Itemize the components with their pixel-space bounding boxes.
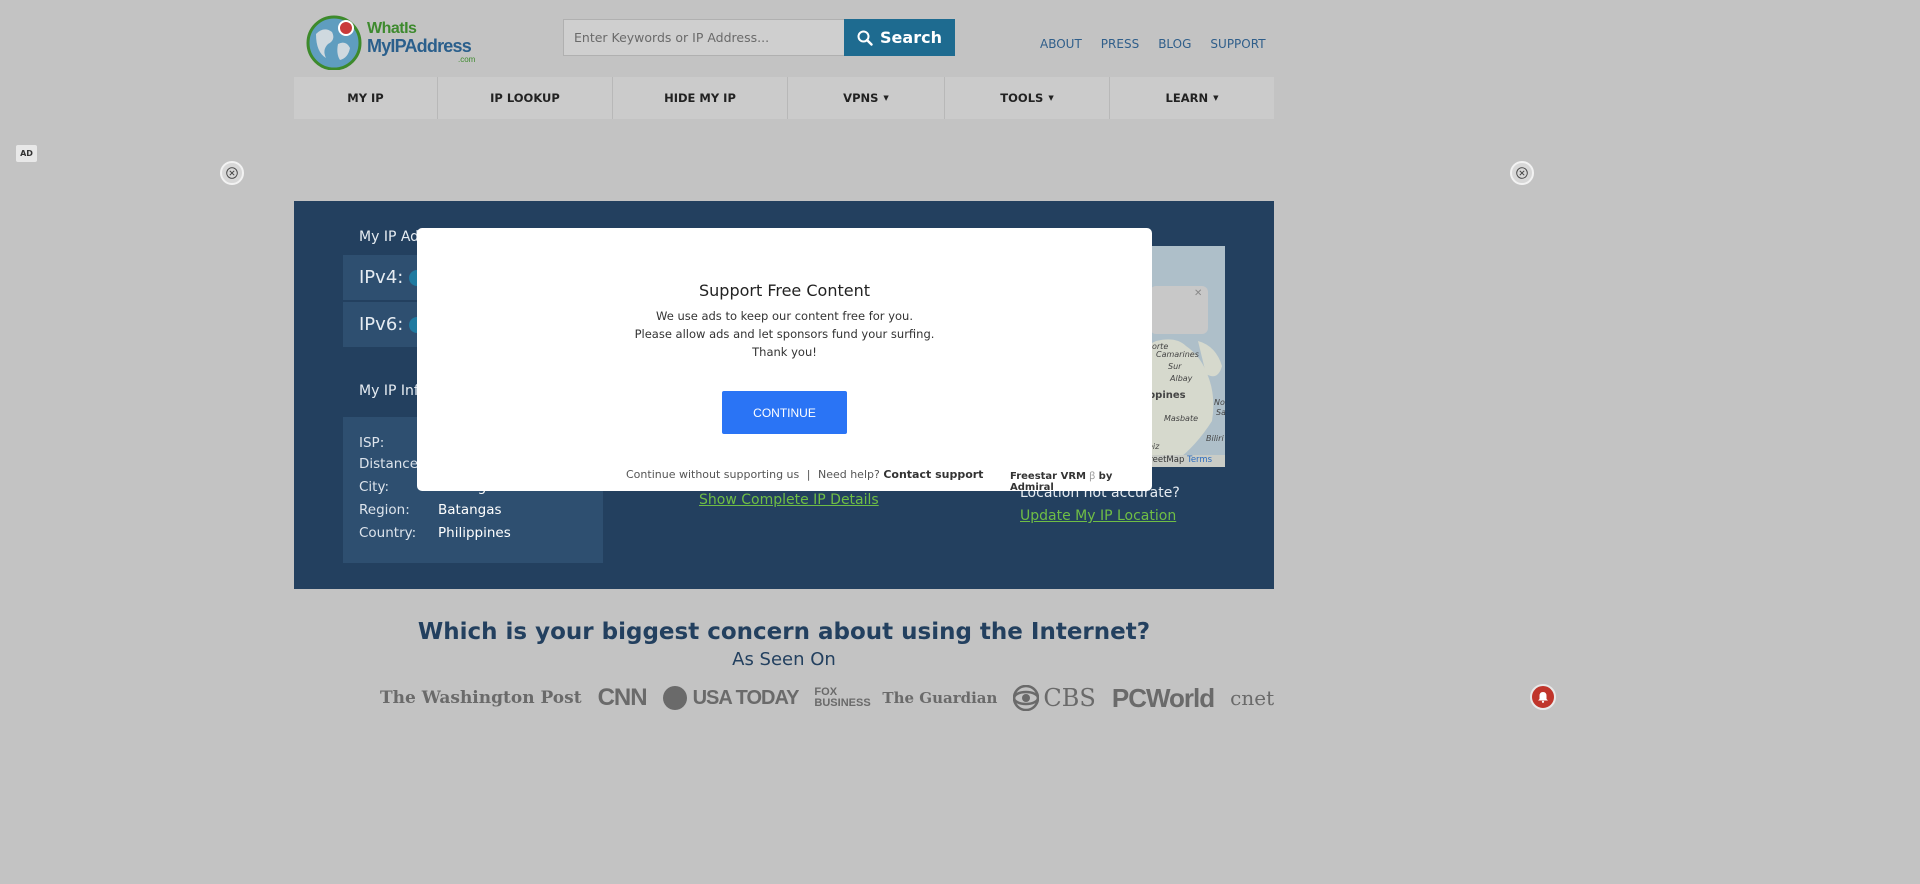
modal-message-line-3: Thank you! bbox=[752, 345, 817, 359]
nav-ip-lookup[interactable]: IP LOOKUP bbox=[438, 77, 613, 119]
cbs-text: CBS bbox=[1043, 684, 1096, 712]
blog-link[interactable]: BLOG bbox=[1158, 37, 1191, 51]
map-label: Albay bbox=[1170, 374, 1193, 383]
map-attribution: treetMap Terms bbox=[1146, 455, 1225, 467]
logo-text-com: .com bbox=[458, 55, 476, 64]
search-icon bbox=[857, 30, 873, 46]
continue-without-supporting-link[interactable]: Continue without supporting us bbox=[626, 468, 799, 481]
nav-label: IP LOOKUP bbox=[490, 91, 560, 105]
search-button-label: Search bbox=[880, 28, 942, 47]
ad-badge: AD bbox=[16, 145, 37, 162]
cbs-eye-icon bbox=[1013, 685, 1040, 711]
footer-separator: | bbox=[806, 468, 811, 481]
ip-information-heading: My IP Inf bbox=[359, 383, 419, 399]
caret-down-icon: ▼ bbox=[1048, 94, 1054, 102]
press-logos: The Washington Post CNN USA TODAY FOX BU… bbox=[380, 683, 1274, 713]
nav-label: MY IP bbox=[347, 91, 384, 105]
isp-label: ISP: bbox=[359, 435, 385, 451]
usa-today-logo: USA TODAY bbox=[662, 686, 800, 710]
country-label: Country: bbox=[359, 525, 417, 541]
about-link[interactable]: ABOUT bbox=[1040, 37, 1082, 51]
show-ip-details-link[interactable]: Show Complete IP Details bbox=[699, 492, 879, 508]
need-help-text: Need help? bbox=[817, 468, 880, 481]
map-label: Masbate bbox=[1164, 414, 1199, 423]
main-nav: MY IP IP LOOKUP HIDE MY IP VPNS ▼ TOOLS ▼ … bbox=[294, 77, 1274, 119]
search-button[interactable]: Search bbox=[844, 19, 955, 56]
city-label: City: bbox=[359, 479, 390, 495]
cbs-logo: CBS bbox=[1013, 684, 1096, 712]
vendor-name: Freestar VRM bbox=[1010, 471, 1086, 482]
fox-business-logo: FOX BUSINESS bbox=[814, 686, 871, 709]
ad-close-button-left[interactable] bbox=[220, 161, 244, 185]
modal-footer-links: Continue without supporting us | Need he… bbox=[626, 468, 983, 481]
cnet-logo: cnet bbox=[1230, 686, 1275, 710]
modal-message-line-1: We use ads to keep our content free for … bbox=[656, 309, 913, 323]
nav-label: TOOLS bbox=[1000, 91, 1044, 105]
vendor-credit: Freestar VRM ꞵ by Admiral bbox=[1010, 468, 1152, 493]
nav-label: VPNS bbox=[843, 91, 879, 105]
modal-message-line-2: Please allow ads and let sponsors fund y… bbox=[634, 327, 935, 341]
modal-title: Support Free Content bbox=[698, 281, 870, 300]
usa-today-text: USA TODAY bbox=[692, 686, 800, 709]
region-label: Region: bbox=[359, 502, 410, 518]
nav-vpns[interactable]: VPNS ▼ bbox=[788, 77, 945, 119]
washington-post-logo: The Washington Post bbox=[380, 688, 582, 708]
cnn-logo: CNN bbox=[597, 684, 648, 711]
map-terms-link[interactable]: Terms bbox=[1187, 455, 1212, 465]
usa-today-dot-icon bbox=[662, 686, 687, 710]
adblock-modal: Support Free Content We use ads to keep … bbox=[417, 228, 1152, 493]
support-link[interactable]: SUPPORT bbox=[1210, 37, 1265, 51]
contact-support-link[interactable]: Contact support bbox=[883, 468, 983, 481]
caret-down-icon: ▼ bbox=[883, 94, 889, 102]
map-label: Sur bbox=[1168, 362, 1182, 371]
nav-label: LEARN bbox=[1165, 91, 1209, 105]
press-link[interactable]: PRESS bbox=[1101, 37, 1139, 51]
map-label: Biliri bbox=[1206, 434, 1224, 443]
close-icon bbox=[226, 167, 238, 179]
map-label: ppines bbox=[1148, 390, 1186, 401]
admiral-icon: ꞵ bbox=[1089, 471, 1096, 482]
nav-hide-my-ip[interactable]: HIDE MY IP bbox=[613, 77, 788, 119]
as-seen-on-heading: As Seen On bbox=[732, 649, 836, 670]
nav-learn[interactable]: LEARN ▼ bbox=[1110, 77, 1274, 119]
site-logo[interactable]: WhatIs MyIPAddress .com bbox=[306, 14, 481, 72]
nav-my-ip[interactable]: MY IP bbox=[294, 77, 438, 119]
logo-text-myipaddress: MyIPAddress bbox=[367, 36, 472, 56]
map-label: Camarines bbox=[1156, 350, 1199, 359]
globe-logo-icon bbox=[306, 15, 362, 70]
notification-bell-button[interactable] bbox=[1530, 684, 1556, 710]
distance-label: Distance bbox=[359, 456, 419, 472]
top-links: ABOUT PRESS BLOG SUPPORT bbox=[1040, 37, 1266, 51]
region-value: Batangas bbox=[438, 502, 502, 518]
close-icon bbox=[1516, 167, 1528, 179]
map-popup-close-icon[interactable]: ✕ bbox=[1194, 288, 1202, 299]
ad-close-button-right[interactable] bbox=[1510, 161, 1534, 185]
nav-label: HIDE MY IP bbox=[664, 91, 736, 105]
ip-address-heading: My IP Ad bbox=[359, 229, 420, 245]
country-value: Philippines bbox=[438, 525, 511, 541]
nav-tools[interactable]: TOOLS ▼ bbox=[945, 77, 1110, 119]
poll-question: Which is your biggest concern about usin… bbox=[417, 619, 1151, 645]
ipv4-label: IPv4: bbox=[359, 267, 404, 288]
search-input[interactable] bbox=[563, 19, 844, 56]
map-label: No bbox=[1214, 398, 1225, 407]
pcworld-logo: PCWorld bbox=[1111, 682, 1215, 713]
caret-down-icon: ▼ bbox=[1213, 94, 1219, 102]
location-map[interactable]: ✕ orte Camarines Sur Albay ppines Masbat… bbox=[1146, 246, 1225, 467]
the-guardian-logo: The Guardian bbox=[882, 689, 998, 707]
bell-icon bbox=[1538, 692, 1548, 703]
map-label: Sa bbox=[1216, 408, 1225, 417]
update-location-link[interactable]: Update My IP Location bbox=[1020, 508, 1176, 524]
continue-button[interactable]: CONTINUE bbox=[722, 391, 847, 434]
ipv6-label: IPv6: bbox=[359, 314, 404, 335]
